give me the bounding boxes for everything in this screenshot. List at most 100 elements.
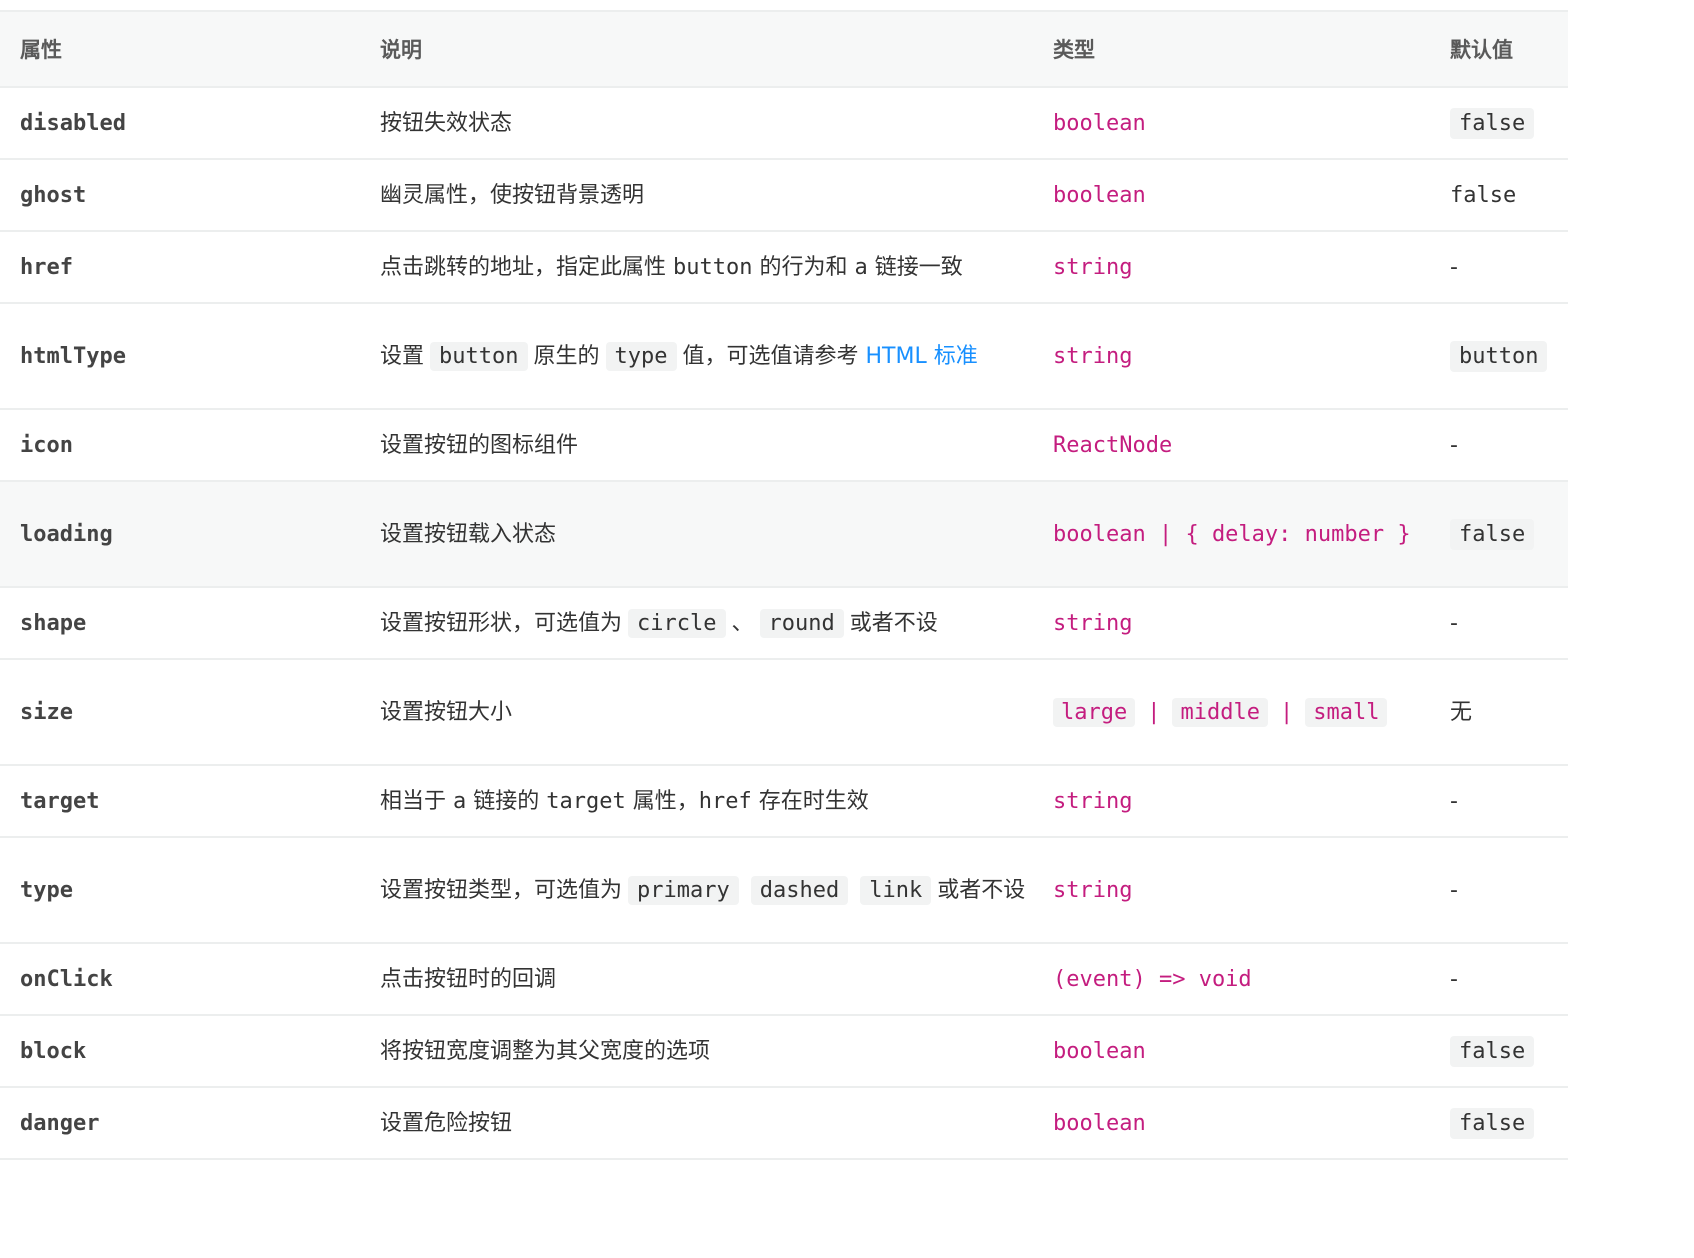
table-body: disabled 按钮失效状态 boolean false ghost 幽灵属性… bbox=[0, 87, 1568, 1160]
desc-text: 设置按钮类型，可选值为 bbox=[380, 877, 623, 903]
prop-cell: block bbox=[0, 1015, 360, 1088]
table-row-onclick: onClick 点击按钮时的回调 (event) => void - bbox=[0, 943, 1568, 1016]
default-value: - bbox=[1450, 877, 1458, 903]
default-cell: - bbox=[1430, 837, 1568, 944]
table-row-icon: icon 设置按钮的图标组件 ReactNode - bbox=[0, 409, 1568, 482]
header-description: 说明 bbox=[360, 10, 1033, 88]
desc-cell: 设置危险按钮 bbox=[360, 1087, 1033, 1160]
desc-inline-code: target bbox=[546, 788, 626, 814]
desc-cell: 设置按钮载入状态 bbox=[360, 481, 1033, 588]
desc-text: 或者不设 bbox=[849, 610, 938, 636]
prop-cell: danger bbox=[0, 1087, 360, 1160]
prop-name: ghost bbox=[20, 182, 87, 208]
prop-cell: href bbox=[0, 231, 360, 304]
desc-cell: 设置按钮大小 bbox=[360, 659, 1033, 766]
type-value: boolean bbox=[1053, 1110, 1146, 1136]
type-option-small: small bbox=[1305, 697, 1388, 727]
desc-text: 属性， bbox=[625, 788, 699, 814]
type-cell: boolean bbox=[1033, 87, 1430, 160]
desc-text: 设置按钮形状，可选值为 bbox=[380, 610, 623, 636]
type-value: boolean bbox=[1053, 1038, 1146, 1064]
table-row-shape: shape 设置按钮形状，可选值为 circle、 round 或者不设 string… bbox=[0, 587, 1568, 660]
prop-name: loading bbox=[20, 521, 113, 547]
default-cell: - bbox=[1430, 409, 1568, 482]
desc-text: 链接一致 bbox=[867, 254, 963, 280]
table-row-href: href 点击跳转的地址，指定此属性 button 的行为和 a 链接一致 st… bbox=[0, 231, 1568, 304]
prop-cell: icon bbox=[0, 409, 360, 482]
desc-cell: 设置 button 原生的 type 值，可选值请参考 HTML 标准 bbox=[360, 303, 1033, 410]
type-value: string bbox=[1053, 343, 1133, 369]
html-standard-link[interactable]: HTML 标准 bbox=[866, 344, 978, 369]
desc-text: 相当于 bbox=[380, 788, 453, 814]
default-cell: false bbox=[1430, 159, 1568, 232]
type-cell: boolean bbox=[1033, 1087, 1430, 1160]
table-row-danger: danger 设置危险按钮 boolean false bbox=[0, 1087, 1568, 1160]
prop-name: href bbox=[20, 254, 73, 280]
prop-name: htmlType bbox=[20, 343, 126, 369]
desc-text: 点击跳转的地址，指定此属性 bbox=[380, 254, 673, 280]
type-value: string bbox=[1053, 788, 1133, 814]
default-value: 无 bbox=[1450, 699, 1473, 725]
desc-inline-code: type bbox=[605, 341, 677, 371]
desc-cell: 将按钮宽度调整为其父宽度的选项 bbox=[360, 1015, 1033, 1088]
table-row-target: target 相当于 a 链接的 target 属性，href 存在时生效 st… bbox=[0, 765, 1568, 838]
header-type: 类型 bbox=[1033, 10, 1430, 88]
desc-inline-code: round bbox=[759, 608, 844, 638]
table-header: 属性 说明 类型 默认值 bbox=[0, 10, 1568, 88]
desc-inline-code: button bbox=[430, 341, 528, 371]
type-cell: string bbox=[1033, 303, 1430, 410]
prop-name: onClick bbox=[20, 966, 113, 992]
default-value: button bbox=[1450, 340, 1548, 372]
type-value: string bbox=[1053, 254, 1133, 280]
desc-text: 值，可选值请参考 bbox=[682, 343, 866, 369]
desc-inline-code: dashed bbox=[750, 875, 849, 905]
prop-cell: target bbox=[0, 765, 360, 838]
desc-cell: 按钮失效状态 bbox=[360, 87, 1033, 160]
desc-text: 、 bbox=[731, 610, 754, 636]
desc-cell: 幽灵属性，使按钮背景透明 bbox=[360, 159, 1033, 232]
type-cell: string bbox=[1033, 587, 1430, 660]
desc-inline-code: a bbox=[453, 788, 467, 814]
header-default: 默认值 bbox=[1430, 10, 1568, 88]
desc-inline-code: primary bbox=[628, 875, 739, 905]
desc-text: 或者不设 bbox=[937, 877, 1026, 903]
default-cell: false bbox=[1430, 481, 1568, 588]
prop-cell: ghost bbox=[0, 159, 360, 232]
type-cell: boolean | { delay: number } bbox=[1033, 481, 1430, 588]
default-cell: button bbox=[1430, 303, 1568, 410]
default-cell: false bbox=[1430, 87, 1568, 160]
default-value: false bbox=[1450, 107, 1535, 139]
desc-inline-code: href bbox=[698, 788, 752, 814]
desc-text: 设置 bbox=[380, 343, 425, 369]
desc-text: 的行为和 bbox=[752, 254, 855, 280]
prop-cell: loading bbox=[0, 481, 360, 588]
default-value: - bbox=[1450, 254, 1458, 280]
prop-cell: shape bbox=[0, 587, 360, 660]
desc-cell: 设置按钮形状，可选值为 circle、 round 或者不设 bbox=[360, 587, 1033, 660]
prop-cell: htmlType bbox=[0, 303, 360, 410]
default-cell: - bbox=[1430, 587, 1568, 660]
prop-cell: disabled bbox=[0, 87, 360, 160]
type-separator: | bbox=[1147, 699, 1161, 725]
prop-name: danger bbox=[20, 1110, 100, 1136]
default-value: - bbox=[1450, 610, 1458, 636]
desc-text: 原生的 bbox=[533, 343, 600, 369]
table-row-block: block 将按钮宽度调整为其父宽度的选项 boolean false bbox=[0, 1015, 1568, 1088]
type-cell: large | middle | small bbox=[1033, 659, 1430, 766]
prop-name: shape bbox=[20, 610, 87, 636]
desc-text: 链接的 bbox=[466, 788, 547, 814]
prop-name: icon bbox=[20, 432, 73, 458]
type-cell: string bbox=[1033, 231, 1430, 304]
desc-cell: 点击跳转的地址，指定此属性 button 的行为和 a 链接一致 bbox=[360, 231, 1033, 304]
type-cell: boolean bbox=[1033, 1015, 1430, 1088]
type-cell: string bbox=[1033, 765, 1430, 838]
prop-name: disabled bbox=[20, 110, 126, 136]
type-separator: | bbox=[1279, 699, 1294, 725]
type-value: string bbox=[1053, 877, 1133, 903]
type-cell: (event) => void bbox=[1033, 943, 1430, 1016]
table-row-htmltype: htmlType 设置 button 原生的 type 值，可选值请参考 HTML 标准… bbox=[0, 303, 1568, 410]
default-value: false bbox=[1450, 518, 1535, 550]
table-row-type: type 设置按钮类型，可选值为 primary dashed link 或者不设 st… bbox=[0, 837, 1568, 944]
desc-cell: 设置按钮的图标组件 bbox=[360, 409, 1033, 482]
header-row: 属性 说明 类型 默认值 bbox=[0, 10, 1568, 88]
